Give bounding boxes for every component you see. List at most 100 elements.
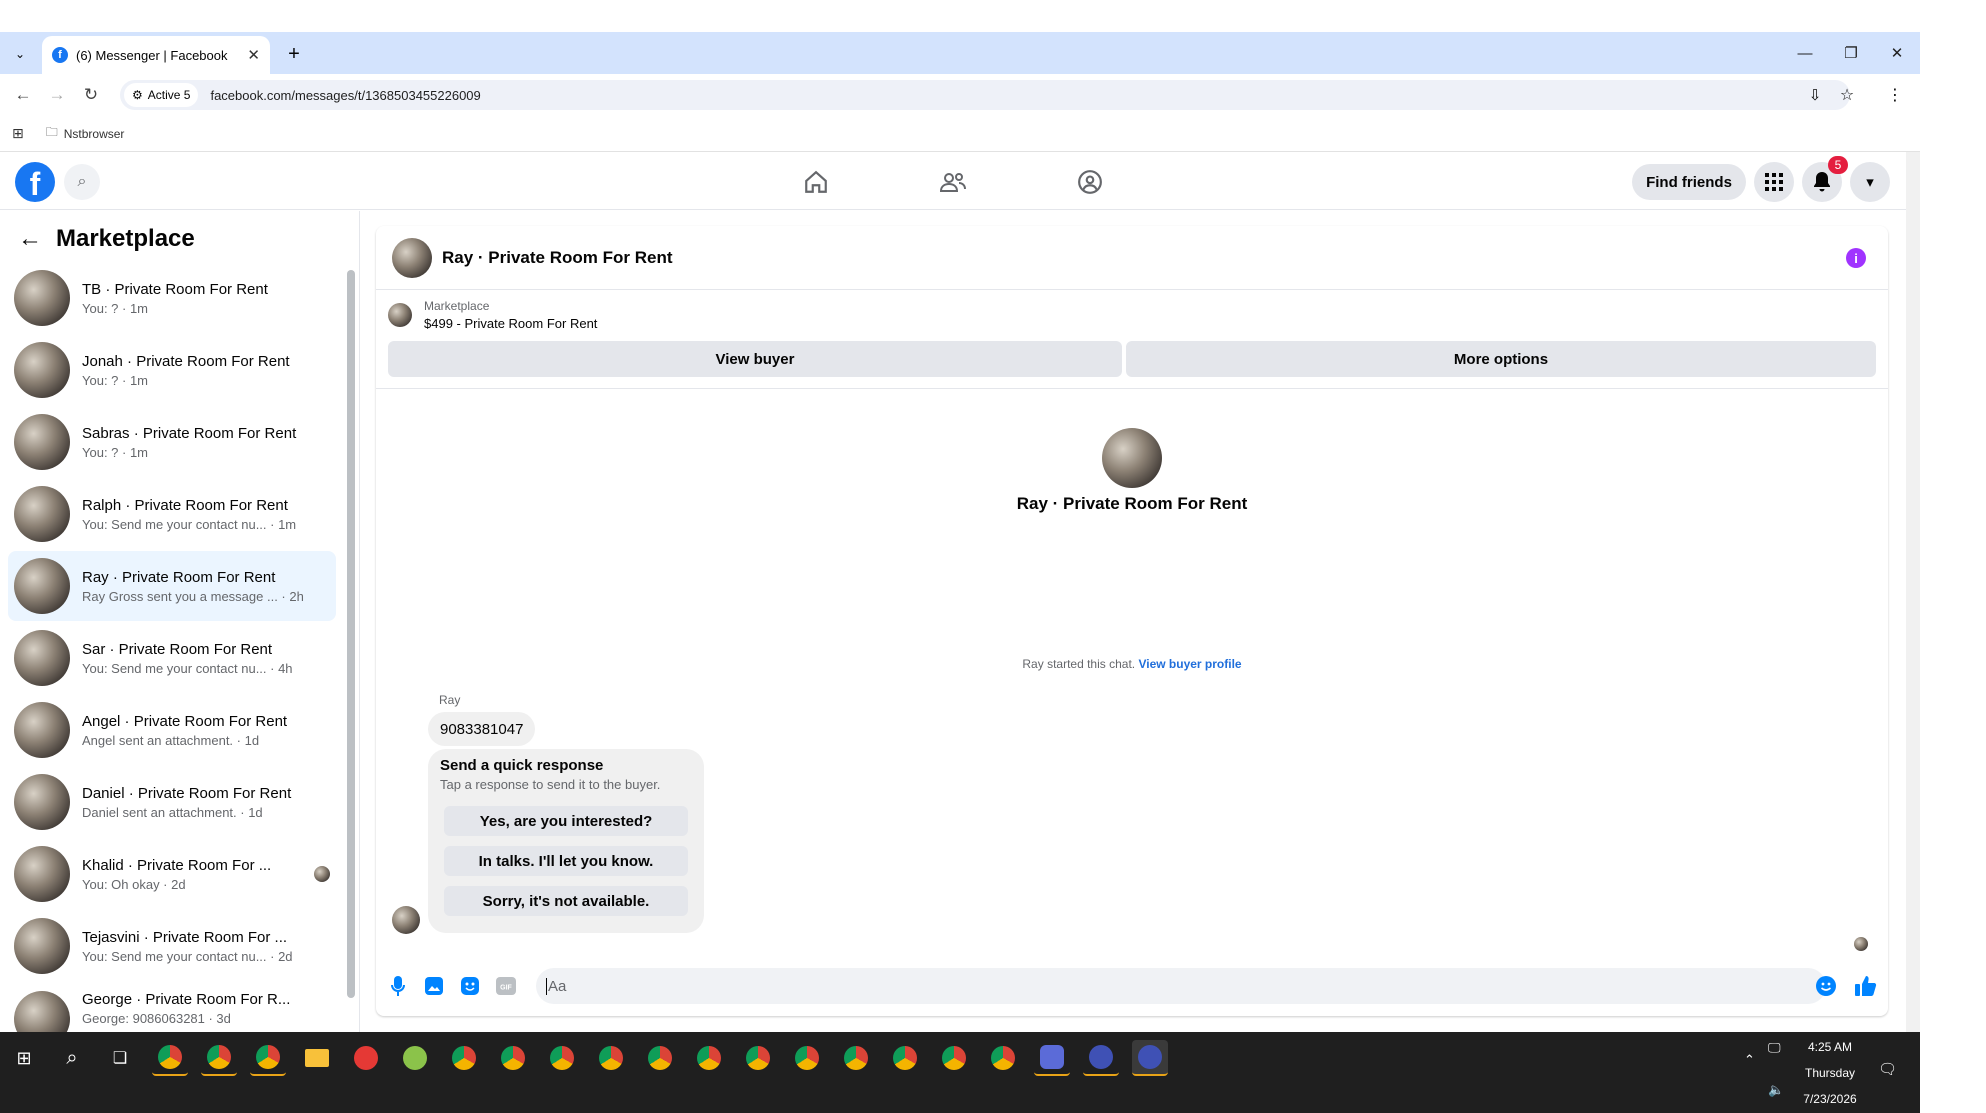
conversation-preview: You: ? · 1m — [82, 300, 149, 316]
conversation-item[interactable]: George · Private Room For R... George: 90… — [8, 983, 336, 1033]
message-sender-name: Ray — [439, 693, 461, 707]
conversation-item[interactable]: Ralph · Private Room For Rent You: Send m… — [8, 479, 336, 549]
windows-start-icon[interactable]: ⊞ — [6, 1040, 42, 1076]
sidebar-scrollbar[interactable] — [347, 270, 355, 998]
chat-started-notice: Ray started this chat. View buyer profil… — [832, 657, 1432, 671]
bookmark-star-icon[interactable]: ☆ — [1836, 84, 1858, 106]
home-icon[interactable] — [796, 164, 836, 200]
buyer-profile-avatar[interactable] — [1102, 428, 1162, 488]
account-dropdown-icon[interactable]: ▾ — [1850, 162, 1890, 202]
notification-center-icon[interactable]: 🗨 — [1878, 1060, 1897, 1078]
sticker-icon[interactable] — [458, 974, 482, 998]
message-bubble[interactable]: 9083381047 — [428, 712, 536, 746]
chat-header-title[interactable]: Ray · Private Room For Rent — [442, 248, 673, 268]
conversation-item[interactable]: Sabras · Private Room For Rent You: ? · 1… — [8, 407, 336, 477]
quick-response-title: Send a quick response — [440, 757, 604, 774]
facebook-logo[interactable]: f — [15, 162, 55, 202]
restore-icon[interactable]: ❐ — [1828, 40, 1874, 66]
conversation-item[interactable]: Sar · Private Room For Rent You: Send me … — [8, 623, 336, 693]
conversation-item[interactable]: Daniel · Private Room For Rent Daniel sen… — [8, 767, 336, 837]
chrome-taskbar-icon[interactable] — [642, 1040, 678, 1076]
nstbrowser-taskbar-icon[interactable] — [1034, 1040, 1070, 1076]
file-explorer-icon[interactable] — [299, 1040, 335, 1076]
quick-response-button[interactable]: Sorry, it's not available. — [444, 886, 688, 916]
marketplace-listing-strip[interactable]: Marketplace $499 - Private Room For Rent — [376, 292, 1888, 338]
x-app-icon[interactable] — [397, 1040, 433, 1076]
media-player-icon[interactable] — [348, 1040, 384, 1076]
task-view-icon[interactable]: ❏ — [102, 1040, 138, 1076]
conversation-item[interactable]: Angel · Private Room For Rent Angel sent … — [8, 695, 336, 765]
listing-title: $499 - Private Room For Rent — [424, 316, 598, 331]
back-icon[interactable]: ← — [6, 78, 40, 112]
menu-grid-icon[interactable] — [1754, 162, 1794, 202]
gif-icon[interactable]: GIF — [494, 974, 518, 998]
bookmark-folder[interactable]: 🗀 Nstbrowser — [46, 123, 125, 144]
sidebar-header: ← Marketplace — [18, 222, 195, 256]
microphone-icon[interactable] — [386, 974, 410, 998]
conversation-name: Daniel · Private Room For Rent — [82, 784, 292, 802]
close-window-icon[interactable]: ✕ — [1874, 40, 1920, 66]
friends-icon[interactable] — [933, 164, 973, 200]
find-friends-button[interactable]: Find friends — [1632, 164, 1746, 200]
chrome-taskbar-icon[interactable] — [152, 1040, 188, 1076]
facebook-search-icon[interactable]: ⌕ — [64, 164, 100, 200]
conversation-item-selected[interactable]: Ray · Private Room For Rent Ray Gross sen… — [8, 551, 336, 621]
site-chip-label: Active 5 — [147, 88, 191, 102]
browser-taskbar-icon-active[interactable] — [1132, 1040, 1168, 1076]
back-arrow-icon[interactable]: ← — [18, 225, 42, 253]
chrome-taskbar-icon[interactable] — [887, 1040, 923, 1076]
clock-date: 7/23/2026 — [1803, 1092, 1857, 1106]
tab-search-icon[interactable]: ⌄ — [8, 42, 32, 66]
chrome-taskbar-icon[interactable] — [593, 1040, 629, 1076]
conversation-item[interactable]: Tejasvini · Private Room For ... You: Sen… — [8, 911, 336, 981]
quick-response-button[interactable]: In talks. I'll let you know. — [444, 846, 688, 876]
omnibox[interactable]: ⚙ Active 5 facebook.com/messages/t/13685… — [120, 80, 1850, 110]
install-app-icon[interactable]: ⇩ — [1804, 84, 1826, 106]
conversation-info-icon[interactable]: i — [1846, 248, 1866, 268]
chrome-taskbar-icon[interactable] — [789, 1040, 825, 1076]
conversation-item[interactable]: Jonah · Private Room For Rent You: ? · 1m — [8, 335, 336, 405]
browser-tab[interactable]: f (6) Messenger | Facebook ✕ — [42, 36, 270, 74]
chrome-taskbar-icon[interactable] — [446, 1040, 482, 1076]
bookmarks-bar: ⊞ 🗀 Nstbrowser — [0, 116, 1920, 152]
chrome-taskbar-icon[interactable] — [740, 1040, 776, 1076]
new-tab-icon[interactable]: + — [282, 42, 306, 66]
site-info-chip[interactable]: ⚙ Active 5 — [124, 83, 199, 107]
conversation-preview: You: ? · 1m — [82, 444, 149, 460]
chat-avatar[interactable] — [392, 237, 432, 278]
chrome-taskbar-icon[interactable] — [495, 1040, 531, 1076]
taskbar-clock[interactable]: 4:25 AM Thursday 7/23/2026 — [1780, 1040, 1880, 1106]
quick-response-button[interactable]: Yes, are you interested? — [444, 806, 688, 836]
chrome-taskbar-icon[interactable] — [838, 1040, 874, 1076]
emoji-icon[interactable] — [1814, 974, 1838, 998]
conversation-name: Jonah · Private Room For Rent — [82, 352, 290, 370]
conversation-item[interactable]: Khalid · Private Room For ... You: Oh oka… — [8, 839, 336, 909]
message-input[interactable]: Aa — [536, 968, 1826, 1004]
more-options-button[interactable]: More options — [1126, 341, 1876, 377]
chrome-taskbar-icon[interactable] — [250, 1040, 286, 1076]
forward-icon[interactable]: → — [40, 78, 74, 112]
folder-icon: 🗀 — [45, 125, 58, 139]
browser-taskbar-icon[interactable] — [1083, 1040, 1119, 1076]
tray-chevron-icon[interactable]: ⌃ — [1744, 1052, 1755, 1068]
attach-photo-icon[interactable] — [422, 974, 446, 998]
taskbar-search-icon[interactable]: ⌕ — [54, 1040, 90, 1076]
view-buyer-profile-link[interactable]: View buyer profile — [1138, 657, 1241, 671]
chrome-taskbar-icon[interactable] — [936, 1040, 972, 1076]
view-buyer-button[interactable]: View buyer — [388, 341, 1122, 377]
network-icon[interactable]: 🖵 — [1768, 1040, 1781, 1056]
apps-grid-icon[interactable]: ⊞ — [12, 125, 24, 142]
groups-icon[interactable] — [1070, 164, 1110, 200]
reload-icon[interactable]: ↻ — [74, 78, 108, 112]
browser-menu-icon[interactable]: ⋮ — [1884, 84, 1906, 106]
chrome-taskbar-icon[interactable] — [985, 1040, 1021, 1076]
conversation-item[interactable]: TB · Private Room For Rent You: ? · 1m — [8, 263, 336, 333]
chrome-taskbar-icon[interactable] — [691, 1040, 727, 1076]
chrome-taskbar-icon[interactable] — [201, 1040, 237, 1076]
page-scrollbar[interactable] — [1906, 152, 1920, 1032]
minimize-icon[interactable]: — — [1782, 40, 1828, 66]
thumbs-up-icon[interactable] — [1854, 974, 1878, 998]
chrome-taskbar-icon[interactable] — [544, 1040, 580, 1076]
tab-close-icon[interactable]: ✕ — [247, 46, 260, 64]
avatar — [14, 991, 70, 1033]
